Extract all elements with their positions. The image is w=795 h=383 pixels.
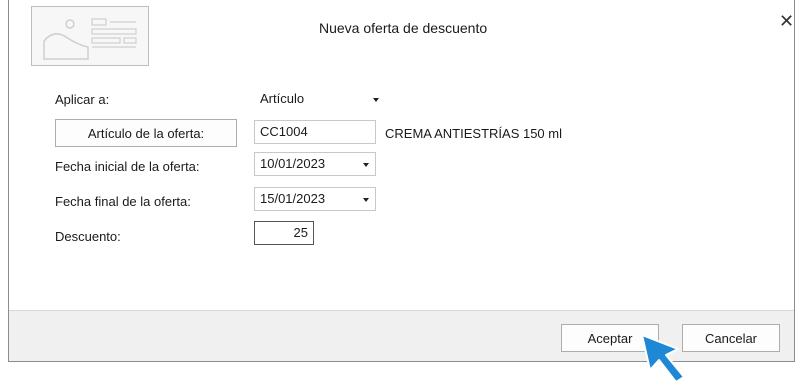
apply-label: Aplicar a: bbox=[55, 92, 110, 107]
chevron-down-icon[interactable] bbox=[363, 198, 369, 202]
close-icon[interactable]: ✕ bbox=[779, 12, 794, 30]
accept-button-label: Aceptar bbox=[587, 330, 633, 346]
end-date-picker[interactable]: 15/01/2023 bbox=[254, 187, 376, 211]
apply-select-value: Artículo bbox=[260, 91, 305, 106]
article-description: CREMA ANTIESTRÍAS 150 ml bbox=[385, 126, 562, 141]
start-date-value: 10/01/2023 bbox=[260, 156, 326, 171]
article-code-input[interactable]: CC1004 bbox=[254, 120, 376, 144]
start-date-picker[interactable]: 10/01/2023 bbox=[254, 152, 376, 176]
end-date-label: Fecha final de la oferta: bbox=[55, 194, 191, 209]
mouse-pointer-icon bbox=[640, 333, 696, 383]
start-date-label: Fecha inicial de la oferta: bbox=[55, 159, 200, 174]
chevron-down-icon bbox=[373, 98, 379, 102]
discount-value: 25 bbox=[293, 225, 308, 240]
article-lookup-button-label: Artículo de la oferta: bbox=[87, 125, 205, 141]
cancel-button[interactable]: Cancelar bbox=[682, 324, 780, 352]
offer-dialog: Nueva oferta de descuento ✕ Aplicar a: A… bbox=[8, 0, 795, 362]
dialog-title: Nueva oferta de descuento bbox=[319, 20, 488, 36]
chevron-down-icon[interactable] bbox=[363, 163, 369, 167]
article-lookup-button[interactable]: Artículo de la oferta: bbox=[55, 119, 237, 147]
discount-input[interactable]: 25 bbox=[254, 221, 314, 245]
end-date-value: 15/01/2023 bbox=[260, 191, 326, 206]
discount-label: Descuento: bbox=[55, 229, 121, 244]
image-placeholder-icon bbox=[31, 6, 149, 66]
cancel-button-label: Cancelar bbox=[704, 330, 758, 346]
article-code-value: CC1004 bbox=[260, 124, 308, 139]
apply-select[interactable]: Artículo bbox=[254, 87, 386, 111]
